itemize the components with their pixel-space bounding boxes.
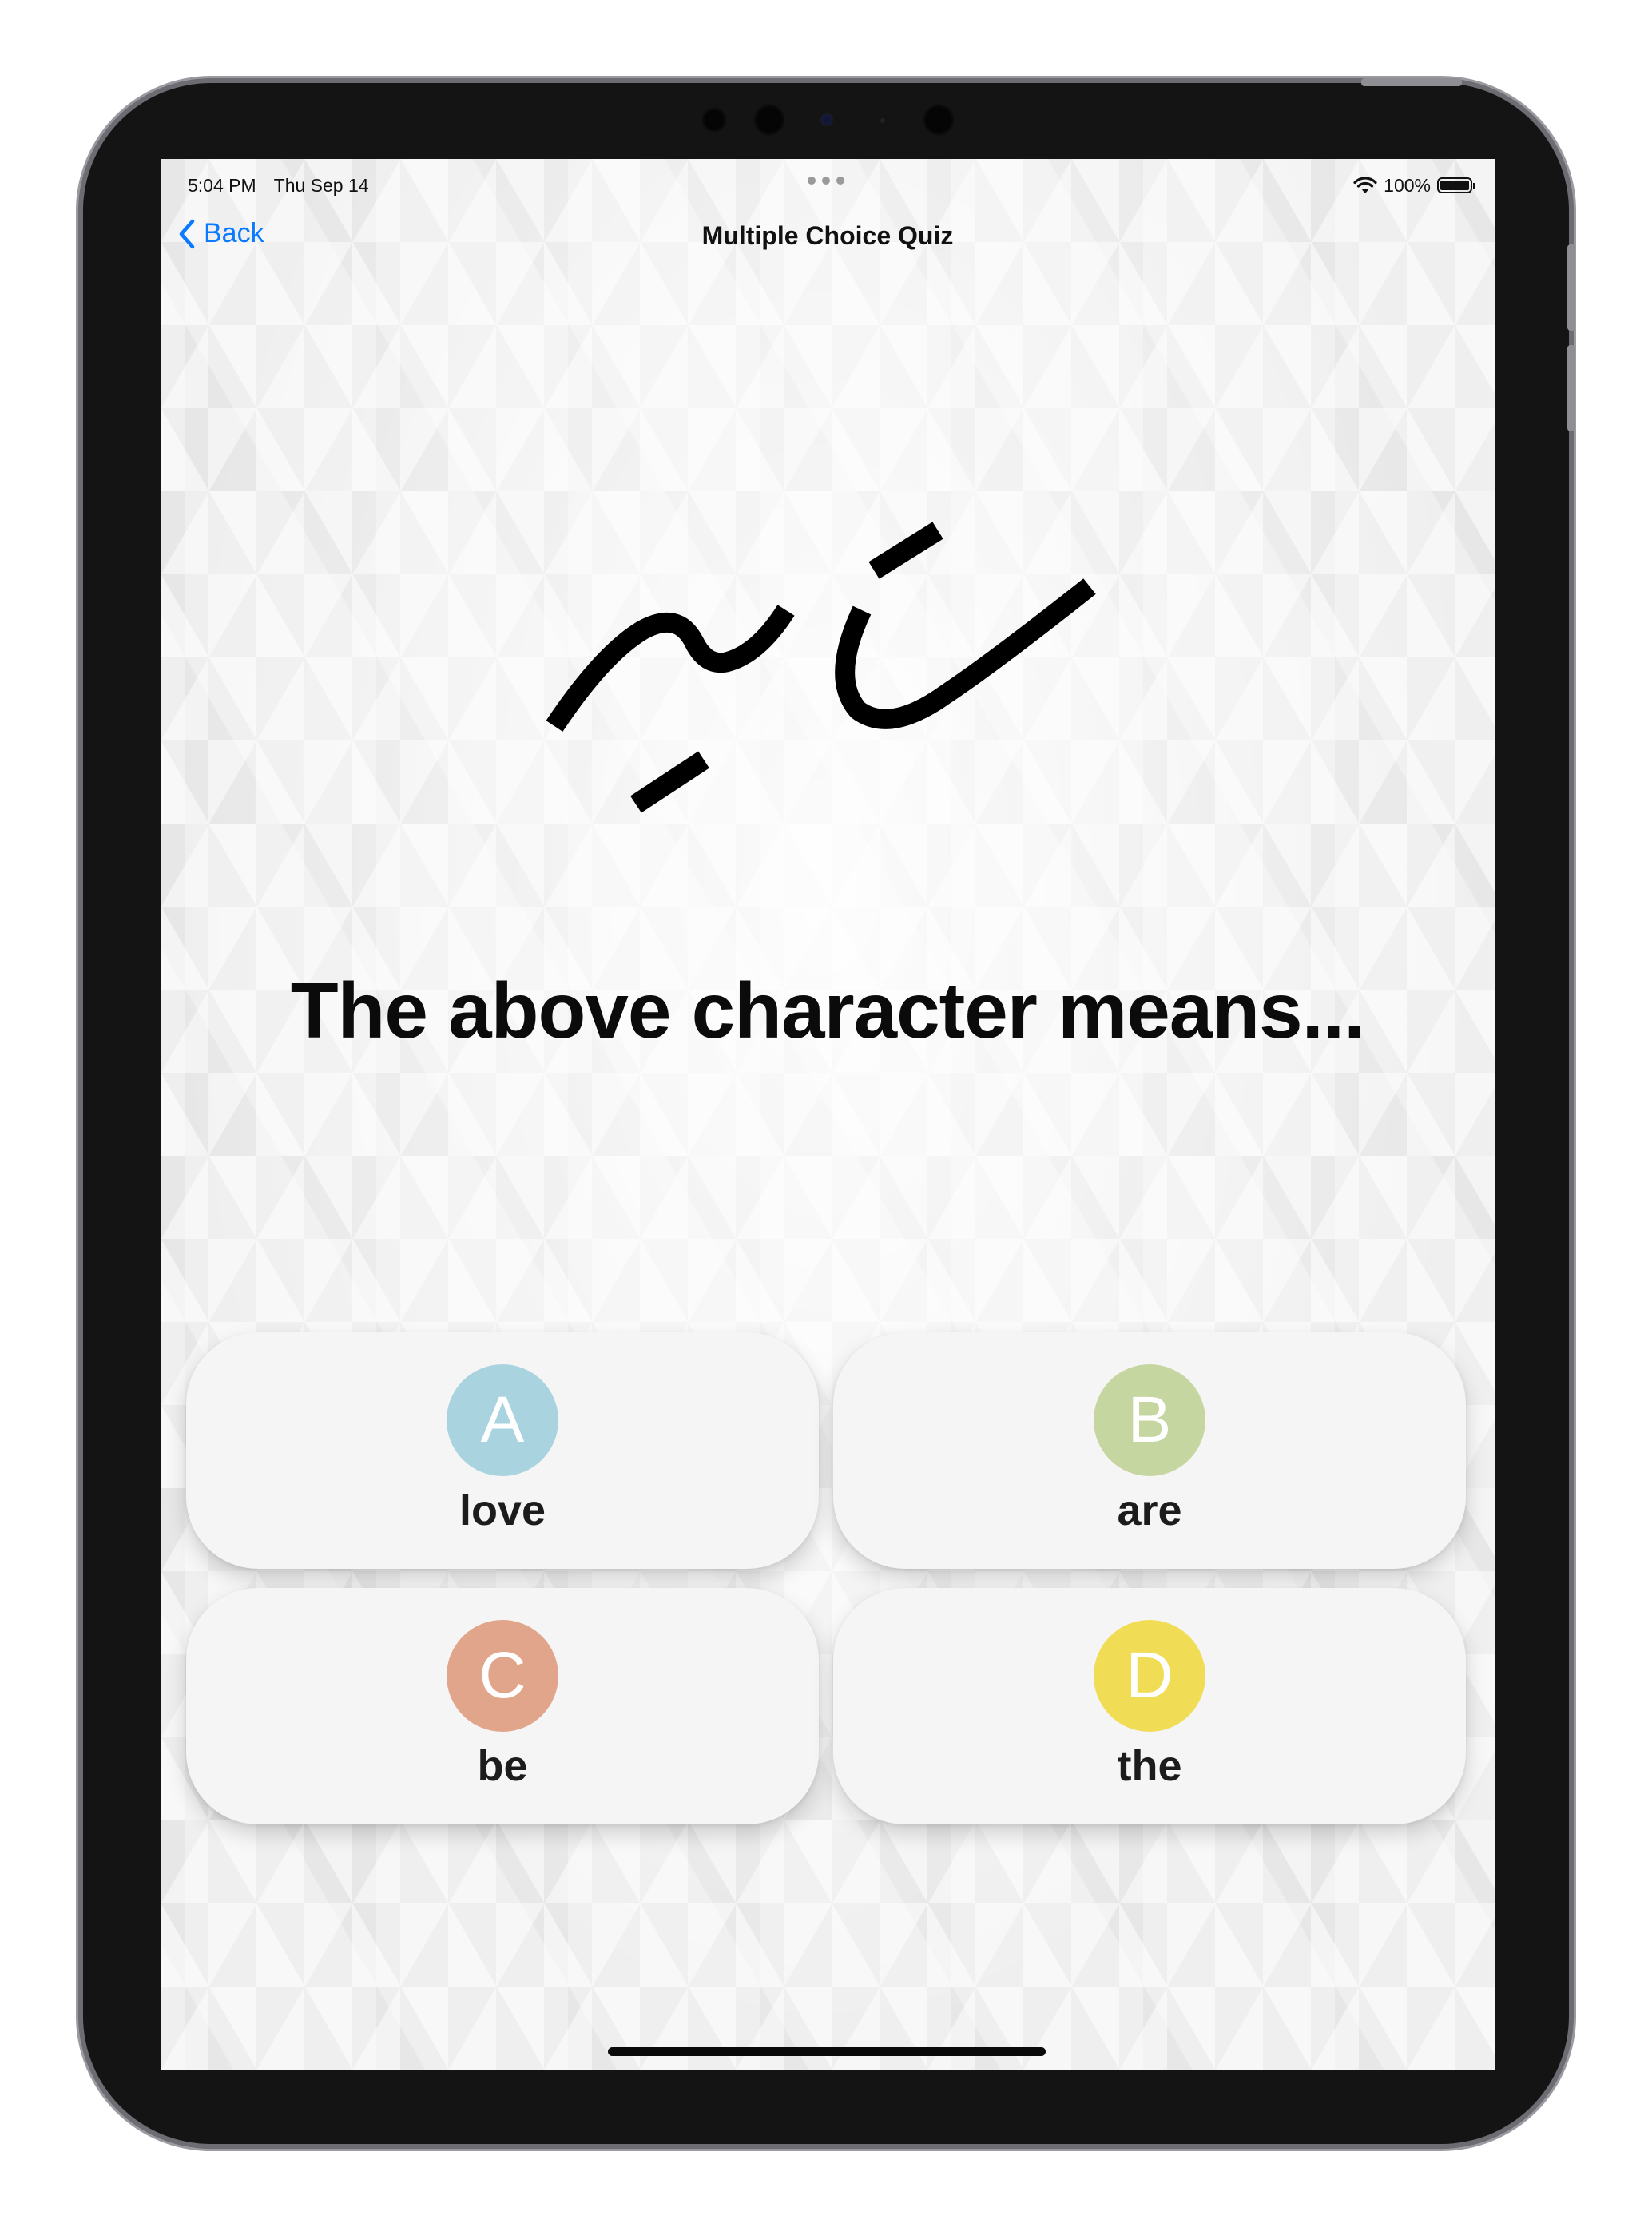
camera-lens	[820, 113, 833, 126]
camera-sensor	[880, 118, 885, 123]
battery-percent: 100%	[1384, 174, 1431, 196]
top-button	[1361, 78, 1462, 86]
multitasking-dots-icon[interactable]	[808, 177, 844, 185]
answer-letter-badge: C	[447, 1620, 558, 1732]
page-title: Multiple Choice Quiz	[701, 221, 954, 250]
quiz-character-glyph	[546, 522, 1096, 813]
app-screen: 5:04 PM Thu Sep 14 100% Back Multiple Ch…	[161, 159, 1495, 2070]
answer-option-a[interactable]: A love	[186, 1332, 819, 1569]
answer-option-c[interactable]: C be	[186, 1588, 819, 1824]
camera-sensor	[753, 104, 785, 136]
answer-text: love	[459, 1487, 546, 1534]
answer-option-d[interactable]: D the	[833, 1588, 1466, 1824]
answer-text: are	[1117, 1487, 1182, 1534]
status-bar-right: 100%	[1353, 169, 1475, 202]
camera-sensor	[701, 107, 727, 133]
question-text: The above character means...	[290, 967, 1366, 1054]
volume-up-button	[1567, 244, 1575, 331]
battery-icon	[1437, 177, 1475, 193]
answer-option-b[interactable]: B are	[833, 1332, 1466, 1569]
camera-sensor	[923, 104, 955, 136]
answer-text: the	[1117, 1742, 1182, 1790]
status-time: 5:04 PM	[188, 174, 256, 196]
home-indicator[interactable]	[608, 2047, 1046, 2056]
answer-text: be	[477, 1742, 528, 1790]
volume-down-button	[1567, 345, 1575, 431]
answer-letter-badge: D	[1094, 1620, 1205, 1732]
answer-letter-badge: B	[1094, 1364, 1205, 1476]
status-date: Thu Sep 14	[273, 174, 369, 196]
status-bar-left: 5:04 PM Thu Sep 14	[188, 169, 369, 202]
wifi-icon	[1353, 177, 1377, 193]
answer-letter-badge: A	[447, 1364, 558, 1476]
